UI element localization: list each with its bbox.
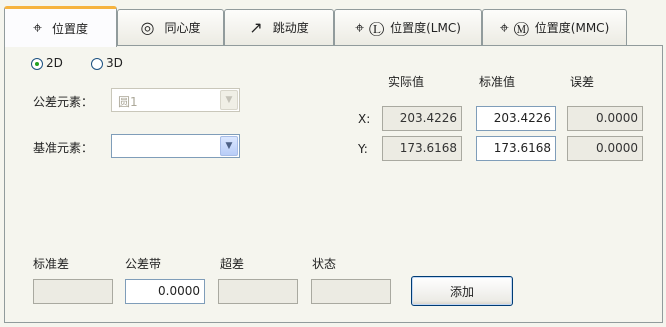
tolerance-element-label: 公差元素：	[33, 95, 94, 109]
add-button[interactable]: 添加	[411, 276, 513, 306]
chevron-down-icon[interactable]: ▼	[220, 90, 238, 110]
std-dev-label: 标准差	[33, 257, 70, 271]
y-error-field: 0.0000	[567, 136, 643, 161]
std-dev-field	[33, 279, 113, 304]
tab-runout[interactable]: ↗ 跳动度	[224, 9, 334, 45]
tolerance-band-label: 公差带	[125, 257, 162, 271]
tab-label: 同心度	[164, 21, 201, 35]
position-mmc-icon: ⌖ Ⓜ	[499, 17, 529, 37]
datum-element-label: 基准元素：	[33, 141, 94, 155]
chevron-down-icon[interactable]: ▼	[220, 136, 238, 156]
concentricity-icon: ◎	[140, 18, 155, 37]
tolerance-element-value: 圆1	[118, 95, 138, 109]
radio-3d[interactable]	[91, 58, 103, 70]
tolerance-element-select[interactable]: 圆1 ▼	[111, 88, 240, 112]
y-row-label: Y:	[358, 142, 368, 156]
tab-position[interactable]: ⌖ 位置度	[4, 6, 117, 47]
status-field	[311, 279, 391, 304]
datum-element-select[interactable]: ▼	[111, 134, 240, 158]
x-actual-field: 203.4226	[382, 106, 462, 131]
radio-2d[interactable]	[31, 58, 43, 70]
position-icon: ⌖	[32, 18, 42, 37]
out-of-tolerance-field	[218, 279, 298, 304]
tab-strip: ⌖ 位置度 ◎ 同心度 ↗ 跳动度 ⌖ Ⓛ 位置度(LMC) ⌖ Ⓜ 位置度(M…	[4, 6, 666, 47]
nominal-value-header: 标准值	[479, 75, 516, 89]
out-of-tolerance-label: 超差	[220, 257, 245, 271]
x-nominal-field[interactable]: 203.4226	[476, 106, 556, 131]
tab-label: 跳动度	[272, 21, 309, 35]
x-row-label: X:	[358, 112, 371, 126]
tab-label: 位置度(MMC)	[534, 21, 610, 35]
x-error-field: 0.0000	[567, 106, 643, 131]
tab-position-lmc[interactable]: ⌖ Ⓛ 位置度(LMC)	[334, 9, 482, 45]
error-header: 误差	[570, 75, 595, 89]
radio-3d-label: 3D	[106, 56, 123, 70]
y-nominal-field[interactable]: 173.6168	[476, 136, 556, 161]
position-lmc-icon: ⌖ Ⓛ	[355, 17, 385, 37]
tolerance-band-field[interactable]: 0.0000	[125, 279, 205, 304]
tab-label: 位置度(LMC)	[390, 21, 461, 35]
tab-label: 位置度	[52, 21, 89, 36]
status-label: 状态	[312, 257, 337, 271]
runout-arrow-icon: ↗	[249, 18, 263, 37]
tab-concentricity[interactable]: ◎ 同心度	[117, 9, 224, 45]
tab-position-mmc[interactable]: ⌖ Ⓜ 位置度(MMC)	[482, 9, 627, 45]
radio-2d-label: 2D	[46, 56, 63, 70]
y-actual-field: 173.6168	[382, 136, 462, 161]
actual-value-header: 实际值	[388, 75, 425, 89]
